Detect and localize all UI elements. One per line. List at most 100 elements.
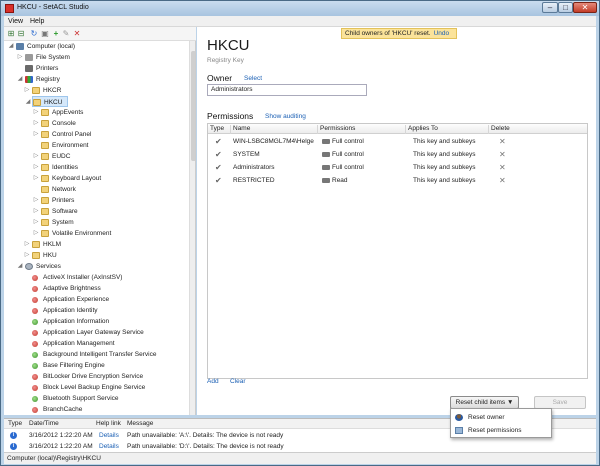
edit-icon[interactable]: ✎ <box>62 30 70 38</box>
minimize-button[interactable]: – <box>542 2 558 13</box>
add-icon[interactable]: + <box>52 30 60 38</box>
tree-item[interactable]: Application Layer Gateway Service <box>4 327 189 338</box>
col-delete[interactable]: Delete <box>489 125 519 134</box>
properties-icon[interactable]: ▣ <box>41 30 49 38</box>
show-auditing-link[interactable]: Show auditing <box>265 113 306 120</box>
col-type[interactable]: Type <box>208 125 231 134</box>
delete-icon[interactable]: ✕ <box>73 30 81 38</box>
delete-icon[interactable]: ✕ <box>499 148 506 161</box>
expander-icon[interactable]: ▷ <box>33 151 39 162</box>
tree-scrollbar[interactable] <box>189 41 195 415</box>
tree-item[interactable]: ◢ Computer (local) <box>4 41 189 52</box>
log-col-type[interactable]: Type <box>8 420 22 427</box>
applies-to-value[interactable]: This key and subkeys <box>413 174 476 187</box>
expander-icon[interactable]: ▷ <box>33 228 39 239</box>
tree-item[interactable]: Background Intelligent Transfer Service <box>4 349 189 360</box>
col-applies-to[interactable]: Applies To <box>406 125 489 134</box>
expander-icon[interactable]: ▷ <box>17 52 23 63</box>
tree-item[interactable]: Bluetooth Support Service <box>4 393 189 404</box>
tree-item[interactable]: ▷ Volatile Environment <box>4 228 189 239</box>
tree-item[interactable]: ▷ HKCR <box>4 85 189 96</box>
log-col-help-link[interactable]: Help link <box>96 420 121 427</box>
tree-item[interactable]: ◢ Registry <box>4 74 189 85</box>
tree-item[interactable]: ◢ HKCU <box>26 96 68 107</box>
permission-row[interactable]: ✔ RESTRICTED Read This key and subkeys ✕ <box>208 174 587 187</box>
owner-field[interactable]: Administrators <box>207 84 367 96</box>
expander-icon[interactable]: ◢ <box>17 74 23 85</box>
expander-icon[interactable]: ▷ <box>33 118 39 129</box>
tree-item[interactable]: ▷ Control Panel <box>4 129 189 140</box>
expander-icon[interactable]: ▷ <box>33 217 39 228</box>
scrollbar-thumb[interactable] <box>191 51 195 161</box>
tree-item[interactable]: ▷ Printers <box>4 195 189 206</box>
applies-to-value[interactable]: This key and subkeys <box>413 148 476 161</box>
tree-item[interactable]: ActiveX Installer (AxInstSV) <box>4 272 189 283</box>
expander-icon[interactable]: ▷ <box>33 162 39 173</box>
delete-icon[interactable]: ✕ <box>499 135 506 148</box>
delete-icon[interactable]: ✕ <box>499 161 506 174</box>
expander-icon[interactable]: ▷ <box>33 129 39 140</box>
log-col-datetime[interactable]: Date/Time <box>29 420 59 427</box>
expander-icon[interactable]: ▷ <box>24 239 30 250</box>
tree-item[interactable]: BranchCache <box>4 404 189 415</box>
select-owner-link[interactable]: Select <box>244 75 262 82</box>
expander-icon[interactable]: ◢ <box>8 41 14 52</box>
disconnect-icon[interactable]: ⊟ <box>17 30 25 38</box>
menu-help[interactable]: Help <box>30 18 44 25</box>
maximize-button[interactable]: □ <box>558 2 573 13</box>
expander-icon[interactable]: ▷ <box>24 250 30 261</box>
tree-item[interactable]: ▷ HKU <box>4 250 189 261</box>
tree-item[interactable]: ▷ Keyboard Layout <box>4 173 189 184</box>
menu-item-reset-permissions[interactable]: Reset permissions <box>451 424 551 437</box>
tree-item[interactable]: Adaptive Brightness <box>4 283 189 294</box>
tree-item[interactable]: ▷ Identities <box>4 162 189 173</box>
refresh-icon[interactable]: ↻ <box>30 30 38 38</box>
close-button[interactable]: ✕ <box>573 2 597 13</box>
expander-icon[interactable]: ▷ <box>33 107 39 118</box>
tree-item[interactable]: ▷ Console <box>4 118 189 129</box>
tree-item[interactable]: Environment <box>4 140 189 151</box>
permission-cell[interactable]: Full control <box>322 161 364 174</box>
permission-row[interactable]: ✔ SYSTEM Full control This key and subkeys ✕ <box>208 148 587 161</box>
expander-icon[interactable]: ▷ <box>33 173 39 184</box>
log-row[interactable]: i 3/16/2012 1:22:20 AM Details Path unavail… <box>4 441 596 452</box>
details-link[interactable]: Details <box>99 441 119 452</box>
delete-icon[interactable]: ✕ <box>499 174 506 187</box>
tree-item[interactable]: Application Identity <box>4 305 189 316</box>
connect-icon[interactable]: ⊞ <box>7 30 15 38</box>
tree-item[interactable]: ▷ HKLM <box>4 239 189 250</box>
tree-item[interactable]: Block Level Backup Engine Service <box>4 382 189 393</box>
expander-icon[interactable]: ▷ <box>33 195 39 206</box>
applies-to-value[interactable]: This key and subkeys <box>413 135 476 148</box>
clear-permissions-link[interactable]: Clear <box>230 378 246 385</box>
col-name[interactable]: Name <box>231 125 318 134</box>
permission-row[interactable]: ✔ Administrators Full control This key and … <box>208 161 587 174</box>
tree-item[interactable]: Application Information <box>4 316 189 327</box>
tree-item[interactable]: Network <box>4 184 189 195</box>
tree-item[interactable]: ▷ System <box>4 217 189 228</box>
expander-icon[interactable]: ▷ <box>33 206 39 217</box>
expander-icon[interactable]: ▷ <box>24 85 30 96</box>
undo-link[interactable]: Undo <box>434 30 450 37</box>
tree-item[interactable]: Application Management <box>4 338 189 349</box>
add-permission-link[interactable]: Add <box>207 378 219 385</box>
tree-item[interactable]: ◢ Services <box>4 261 189 272</box>
tree-item[interactable]: ▷ AppEvents <box>4 107 189 118</box>
tree-item[interactable]: Base Filtering Engine <box>4 360 189 371</box>
applies-to-value[interactable]: This key and subkeys <box>413 161 476 174</box>
log-col-message[interactable]: Message <box>127 420 153 427</box>
tree-item[interactable]: Printers <box>4 63 189 74</box>
tree-item[interactable]: ▷ Software <box>4 206 189 217</box>
permission-cell[interactable]: Full control <box>322 135 364 148</box>
permission-cell[interactable]: Full control <box>322 148 364 161</box>
tree-item[interactable]: Application Experience <box>4 294 189 305</box>
permission-cell[interactable]: Read <box>322 174 348 187</box>
details-link[interactable]: Details <box>99 430 119 441</box>
tree-item[interactable]: ▷ File System <box>4 52 189 63</box>
col-permissions[interactable]: Permissions <box>318 125 406 134</box>
tree-item[interactable]: ▷ EUDC <box>4 151 189 162</box>
expander-icon[interactable]: ◢ <box>17 261 23 272</box>
menu-view[interactable]: View <box>8 18 23 25</box>
tree-item[interactable]: BitLocker Drive Encryption Service <box>4 371 189 382</box>
permission-row[interactable]: ✔ WIN-LSBC8MGL7M4\Helge Full control This k… <box>208 135 587 148</box>
